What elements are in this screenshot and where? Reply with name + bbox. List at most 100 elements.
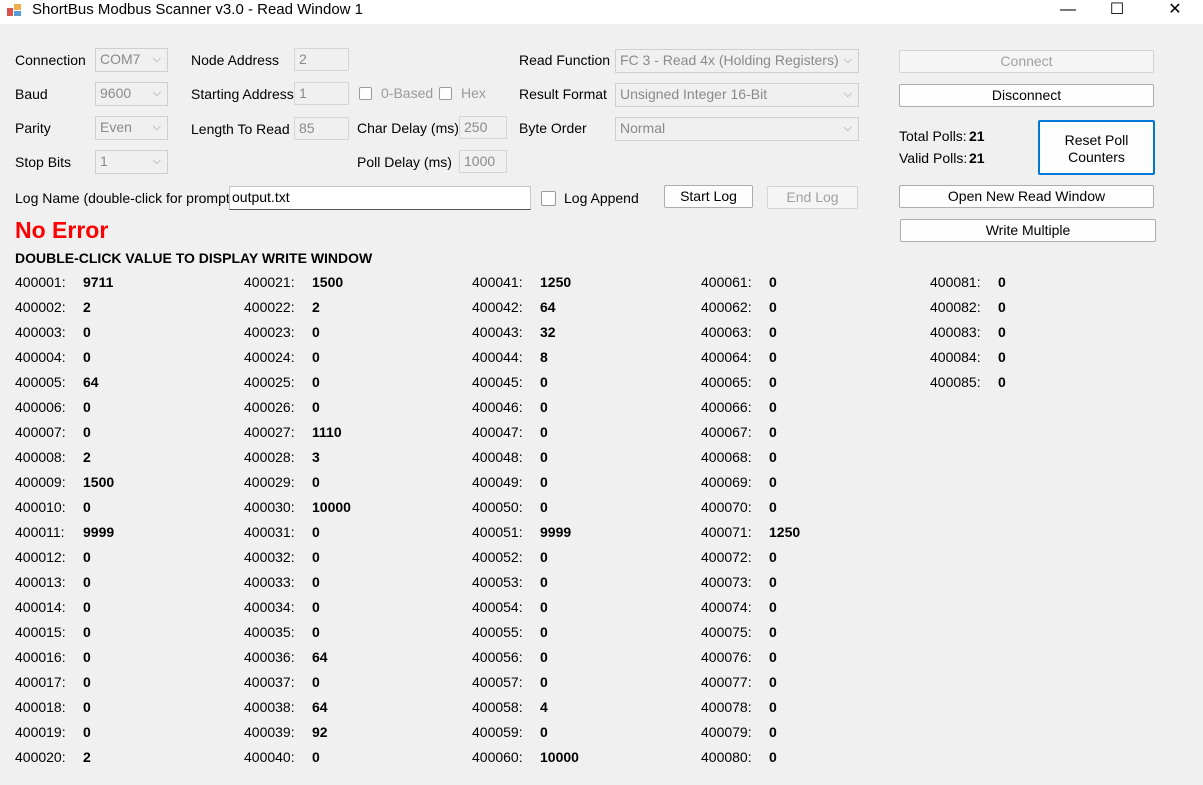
register-value[interactable]: 0: [769, 424, 777, 440]
register-value[interactable]: 2: [312, 299, 320, 315]
poll-delay-field[interactable]: 1000: [459, 150, 507, 173]
register-value[interactable]: 0: [312, 324, 320, 340]
register-value[interactable]: 0: [769, 499, 777, 515]
register-value[interactable]: 0: [998, 274, 1006, 290]
read-function-select[interactable]: FC 3 - Read 4x (Holding Registers) ⌵: [615, 49, 859, 73]
register-value[interactable]: 0: [769, 299, 777, 315]
zero-based-checkbox[interactable]: [359, 87, 372, 100]
length-to-read-field[interactable]: 85: [294, 117, 349, 140]
hex-checkbox[interactable]: [439, 87, 452, 100]
register-value[interactable]: 0: [312, 599, 320, 615]
register-value[interactable]: 0: [540, 474, 548, 490]
register-value[interactable]: 0: [312, 749, 320, 765]
register-value[interactable]: 0: [769, 724, 777, 740]
register-value[interactable]: 1500: [83, 474, 114, 490]
connect-button[interactable]: Connect: [899, 50, 1154, 73]
register-value[interactable]: 0: [540, 499, 548, 515]
register-value[interactable]: 64: [83, 374, 99, 390]
minimize-button[interactable]: —: [1045, 0, 1091, 24]
byte-order-select[interactable]: Normal ⌵: [615, 117, 859, 141]
register-value[interactable]: 0: [540, 649, 548, 665]
register-value[interactable]: 2: [83, 299, 91, 315]
register-value[interactable]: 0: [769, 649, 777, 665]
register-value[interactable]: 9999: [540, 524, 571, 540]
register-value[interactable]: 0: [83, 599, 91, 615]
register-value[interactable]: 64: [312, 699, 328, 715]
register-value[interactable]: 0: [540, 549, 548, 565]
register-value[interactable]: 0: [769, 474, 777, 490]
register-value[interactable]: 0: [540, 424, 548, 440]
register-value[interactable]: 2: [83, 449, 91, 465]
baud-select[interactable]: 9600 ⌵: [95, 82, 168, 106]
register-value[interactable]: 0: [83, 649, 91, 665]
disconnect-button[interactable]: Disconnect: [899, 84, 1154, 107]
register-value[interactable]: 0: [540, 374, 548, 390]
write-multiple-button[interactable]: Write Multiple: [900, 219, 1156, 242]
register-value[interactable]: 4: [540, 699, 548, 715]
register-value[interactable]: 0: [540, 449, 548, 465]
register-value[interactable]: 9711: [83, 274, 113, 290]
register-value[interactable]: 0: [769, 324, 777, 340]
starting-address-field[interactable]: 1: [294, 82, 349, 105]
register-value[interactable]: 0: [998, 324, 1006, 340]
register-value[interactable]: 0: [769, 274, 777, 290]
register-value[interactable]: 0: [769, 749, 777, 765]
register-value[interactable]: 0: [83, 549, 91, 565]
register-value[interactable]: 0: [769, 599, 777, 615]
register-value[interactable]: 0: [312, 374, 320, 390]
register-value[interactable]: 10000: [312, 499, 351, 515]
open-new-read-window-button[interactable]: Open New Read Window: [899, 185, 1154, 208]
register-value[interactable]: 0: [83, 724, 91, 740]
result-format-select[interactable]: Unsigned Integer 16-Bit ⌵: [615, 83, 859, 107]
char-delay-field[interactable]: 250: [459, 116, 507, 139]
register-value[interactable]: 9999: [83, 524, 114, 540]
connection-select[interactable]: COM7 ⌵: [95, 48, 168, 72]
register-value[interactable]: 1500: [312, 274, 343, 290]
stop-bits-select[interactable]: 1 ⌵: [95, 150, 168, 174]
log-name-input[interactable]: output.txt: [229, 186, 531, 210]
register-value[interactable]: 0: [83, 574, 91, 590]
register-value[interactable]: 0: [312, 474, 320, 490]
end-log-button[interactable]: End Log: [767, 186, 858, 209]
register-value[interactable]: 0: [83, 324, 91, 340]
register-value[interactable]: 1250: [540, 274, 571, 290]
reset-poll-counters-button[interactable]: Reset Poll Counters: [1038, 120, 1155, 175]
register-value[interactable]: 0: [769, 699, 777, 715]
register-value[interactable]: 0: [540, 724, 548, 740]
register-value[interactable]: 0: [769, 374, 777, 390]
register-value[interactable]: 3: [312, 449, 320, 465]
register-value[interactable]: 0: [769, 574, 777, 590]
register-value[interactable]: 0: [540, 624, 548, 640]
register-value[interactable]: 1110: [312, 424, 342, 440]
register-value[interactable]: 0: [769, 349, 777, 365]
register-value[interactable]: 0: [769, 449, 777, 465]
register-value[interactable]: 0: [540, 399, 548, 415]
register-value[interactable]: 0: [540, 599, 548, 615]
register-value[interactable]: 0: [312, 624, 320, 640]
register-value[interactable]: 0: [312, 349, 320, 365]
register-value[interactable]: 0: [312, 574, 320, 590]
register-value[interactable]: 0: [998, 374, 1006, 390]
register-value[interactable]: 0: [540, 574, 548, 590]
register-value[interactable]: 0: [83, 499, 91, 515]
register-value[interactable]: 0: [83, 624, 91, 640]
register-value[interactable]: 32: [540, 324, 556, 340]
register-value[interactable]: 0: [83, 674, 91, 690]
maximize-button[interactable]: ☐: [1094, 0, 1140, 24]
register-value[interactable]: 64: [312, 649, 328, 665]
register-value[interactable]: 0: [83, 349, 91, 365]
register-value[interactable]: 0: [312, 674, 320, 690]
register-value[interactable]: 0: [312, 549, 320, 565]
register-value[interactable]: 10000: [540, 749, 579, 765]
register-value[interactable]: 0: [998, 299, 1006, 315]
register-value[interactable]: 0: [83, 399, 91, 415]
register-value[interactable]: 8: [540, 349, 548, 365]
register-value[interactable]: 2: [83, 749, 91, 765]
start-log-button[interactable]: Start Log: [664, 185, 753, 208]
register-value[interactable]: 92: [312, 724, 328, 740]
register-value[interactable]: 0: [769, 399, 777, 415]
register-value[interactable]: 1250: [769, 524, 800, 540]
node-address-field[interactable]: 2: [294, 48, 349, 71]
register-value[interactable]: 0: [769, 549, 777, 565]
register-value[interactable]: 0: [312, 524, 320, 540]
